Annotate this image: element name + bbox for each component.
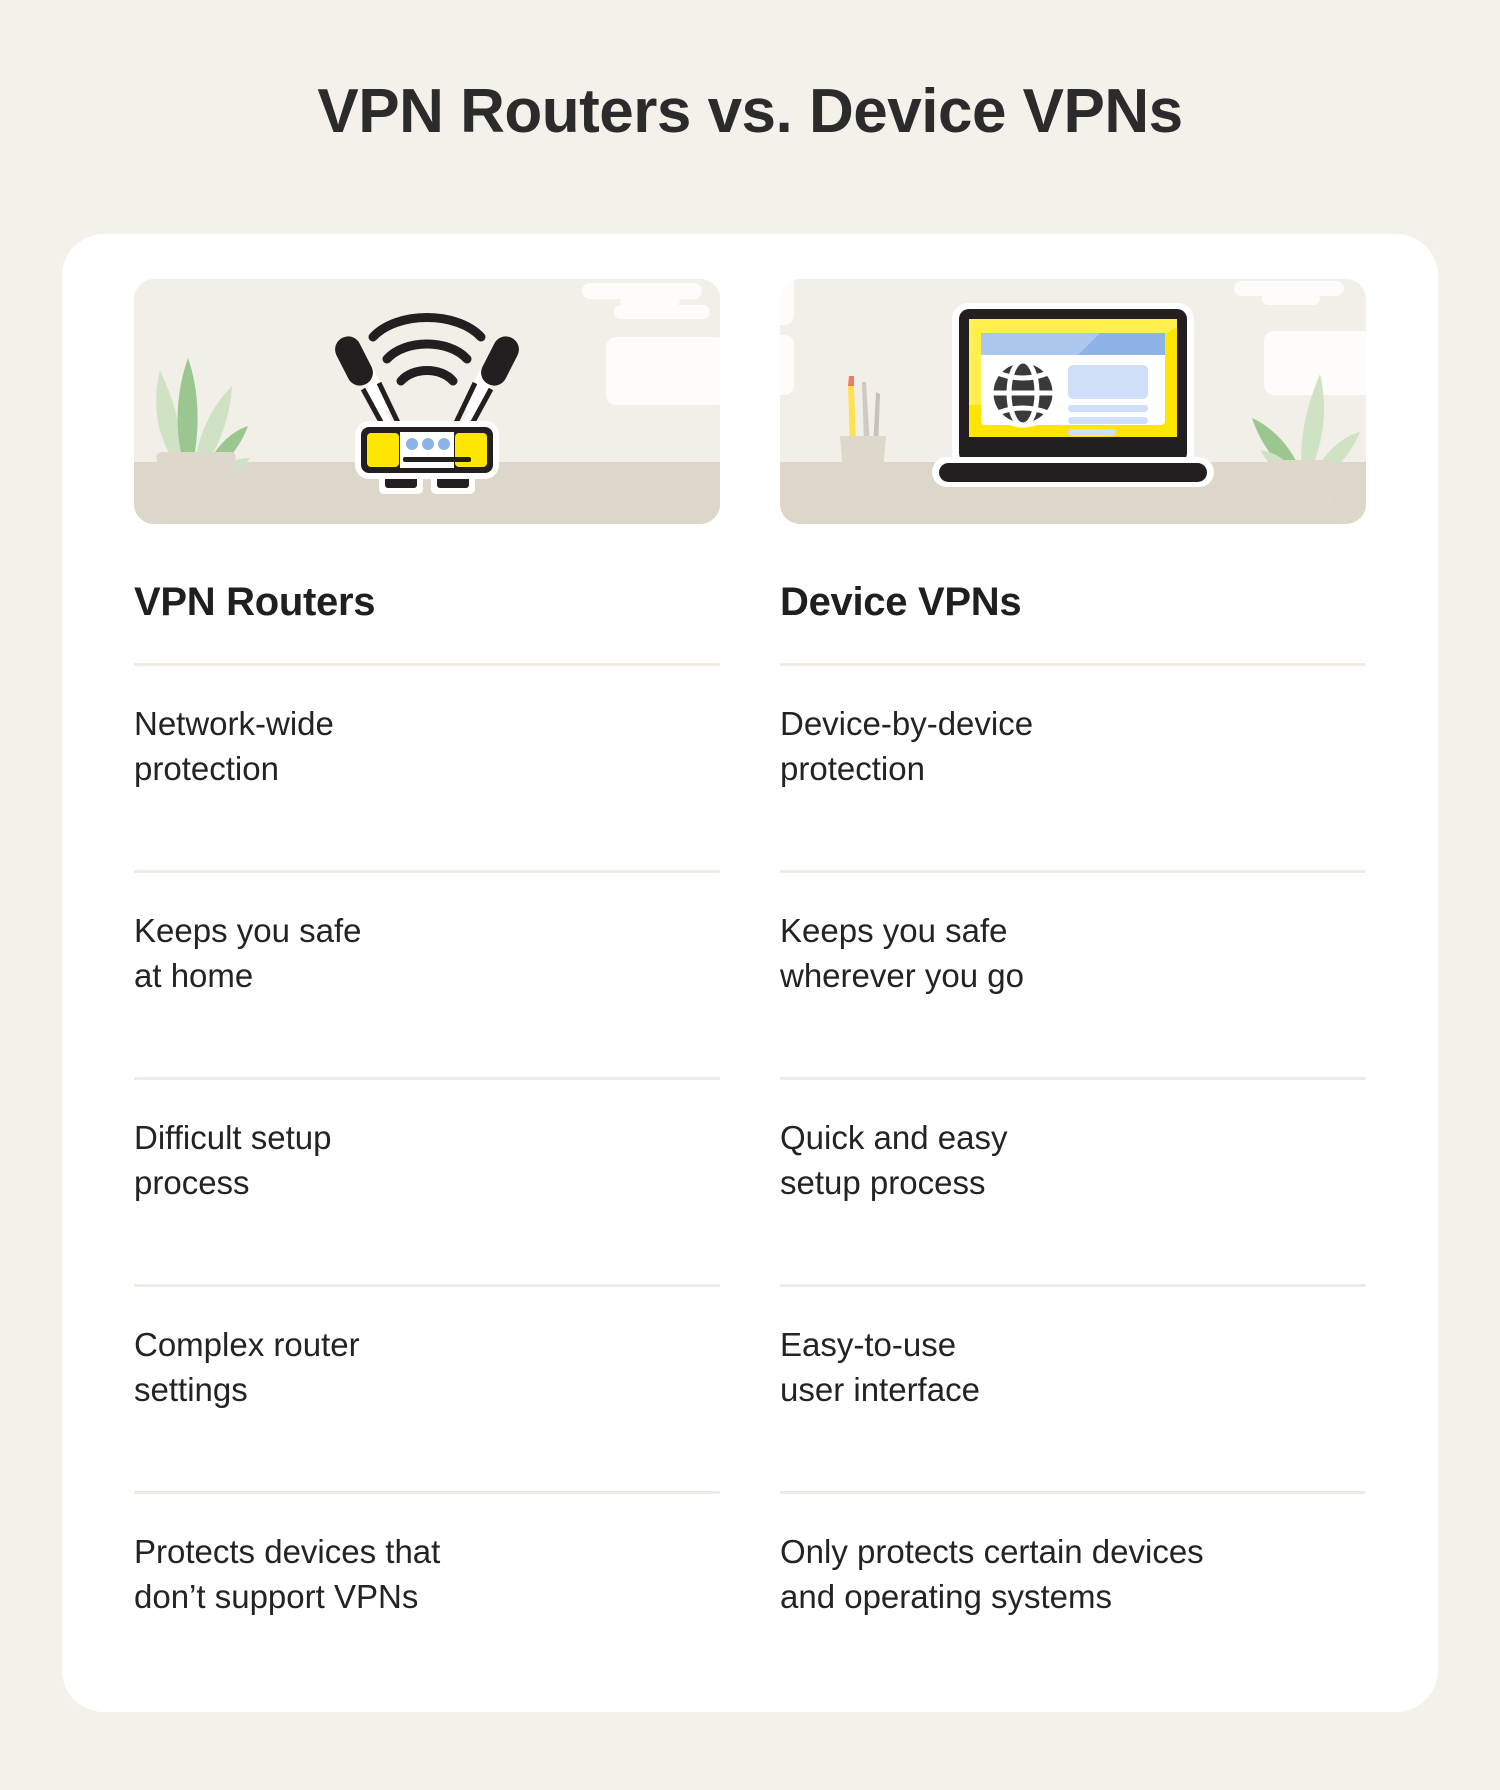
wifi-router-illustration bbox=[134, 279, 720, 524]
potted-plant bbox=[1240, 344, 1360, 524]
page-title: VPN Routers vs. Device VPNs bbox=[317, 77, 1183, 146]
laptop-device bbox=[928, 297, 1218, 502]
laptop-icon bbox=[932, 303, 1214, 487]
globe-icon bbox=[988, 358, 1058, 428]
column-vpn-routers: VPN Routers Network-wide protection Keep… bbox=[134, 279, 720, 1656]
list-item: Network-wide protection bbox=[134, 705, 334, 787]
shelf-line bbox=[668, 367, 720, 374]
list-item: Protects devices that don’t support VPNs bbox=[134, 1533, 441, 1615]
list-item: Complex router settings bbox=[134, 1326, 360, 1408]
plant-pot bbox=[156, 452, 236, 524]
list-item: Easy-to-use user interface bbox=[780, 1326, 980, 1408]
laptop-browser-illustration bbox=[780, 279, 1366, 524]
list-item: Quick and easy setup process bbox=[780, 1119, 1008, 1201]
list-item: Device-by-device protection bbox=[780, 705, 1034, 787]
column-heading-vpn-routers: VPN Routers bbox=[134, 580, 376, 624]
list-item: Difficult setup process bbox=[134, 1119, 332, 1201]
router-device bbox=[297, 291, 557, 506]
potted-plant bbox=[138, 334, 256, 524]
window-pane-left-2 bbox=[780, 335, 794, 395]
window-pane-left bbox=[780, 279, 794, 325]
wifi-router-icon bbox=[335, 313, 519, 494]
list-item: Keeps you safe at home bbox=[134, 912, 362, 994]
column-heading-device-vpns: Device VPNs bbox=[780, 580, 1022, 624]
pencil-cup bbox=[832, 374, 894, 484]
comparison-card: VPN Routers Network-wide protection Keep… bbox=[62, 234, 1438, 1712]
comparison-columns: VPN Routers Network-wide protection Keep… bbox=[134, 279, 1366, 1656]
cloud-shape-2 bbox=[1262, 292, 1320, 305]
pencil-cup-icon bbox=[840, 376, 886, 484]
antenna-right bbox=[450, 336, 519, 435]
list-item: Keeps you safe wherever you go bbox=[780, 912, 1024, 994]
plant-pot bbox=[1266, 460, 1336, 524]
cloud-shape-3 bbox=[614, 305, 710, 319]
antenna-left bbox=[335, 336, 404, 435]
column-device-vpns: Device VPNs Device-by-device protection … bbox=[780, 279, 1366, 1656]
list-item: Only protects certain devices and operat… bbox=[780, 1533, 1204, 1615]
